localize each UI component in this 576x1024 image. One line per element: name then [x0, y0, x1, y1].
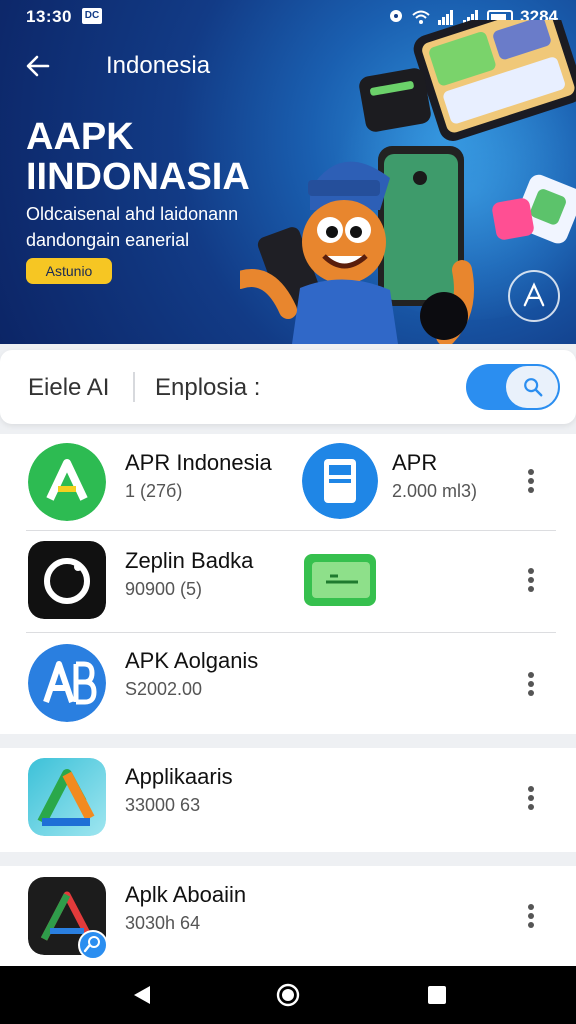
app-name: Zeplin Badka — [125, 548, 254, 573]
more-options-icon[interactable] — [524, 566, 538, 596]
status-time: 13:30 — [26, 7, 72, 26]
green-card-icon — [304, 554, 376, 606]
search-divider — [133, 372, 135, 402]
search-category-label[interactable]: Enplosia : — [155, 374, 260, 402]
app-name: Aplk Aboaiin — [125, 882, 247, 907]
green-a-icon — [28, 443, 106, 521]
app-meta: 33000 63 — [125, 795, 201, 815]
app-name: APK Aolganis — [125, 648, 259, 673]
blue-ab-icon — [28, 644, 106, 722]
more-options-icon[interactable] — [524, 670, 538, 700]
app-name: APR Indonesia — [125, 450, 272, 475]
hero-headline: AAPK IINDONASIA — [26, 116, 250, 198]
system-nav-bar — [0, 966, 576, 1024]
user-badge-icon — [78, 930, 108, 960]
more-options-icon[interactable] — [524, 467, 538, 497]
app-name: APR — [392, 450, 438, 475]
sim-icon: DC — [82, 8, 102, 24]
app-meta: S2002.00 — [125, 679, 203, 699]
more-options-icon[interactable] — [524, 784, 538, 814]
app-meta: 3030h 64 — [125, 913, 201, 933]
back-arrow-icon[interactable] — [24, 52, 52, 80]
nav-recents-icon[interactable] — [425, 983, 449, 1007]
nav-back-icon[interactable] — [130, 983, 154, 1007]
app-store-badge-icon[interactable] — [508, 270, 560, 322]
search-toggle[interactable] — [466, 364, 560, 410]
hero-banner: 13:30 DC 3284 Indonesia AAPK IINDONASIA … — [0, 0, 576, 344]
app-name: Applikaaris — [125, 764, 233, 789]
hero-action-button[interactable]: Astunio — [26, 258, 112, 284]
app-meta: 2.000 ml3) — [392, 481, 478, 501]
app-meta: 1 (27б) — [125, 481, 183, 501]
search-bar: Eiele AI Enplosia : — [0, 350, 576, 424]
app-meta: 90900 (5) — [125, 579, 203, 599]
blue-device-icon — [302, 443, 378, 519]
search-toggle-knob — [506, 366, 558, 408]
search-filter-label[interactable]: Eiele AI — [28, 374, 109, 402]
more-options-icon[interactable] — [524, 902, 538, 932]
nav-home-icon[interactable] — [276, 983, 300, 1007]
page-title: Indonesia — [106, 52, 211, 79]
search-icon — [524, 378, 543, 397]
green-a-icon — [28, 758, 106, 836]
black-ring-icon — [28, 541, 106, 619]
